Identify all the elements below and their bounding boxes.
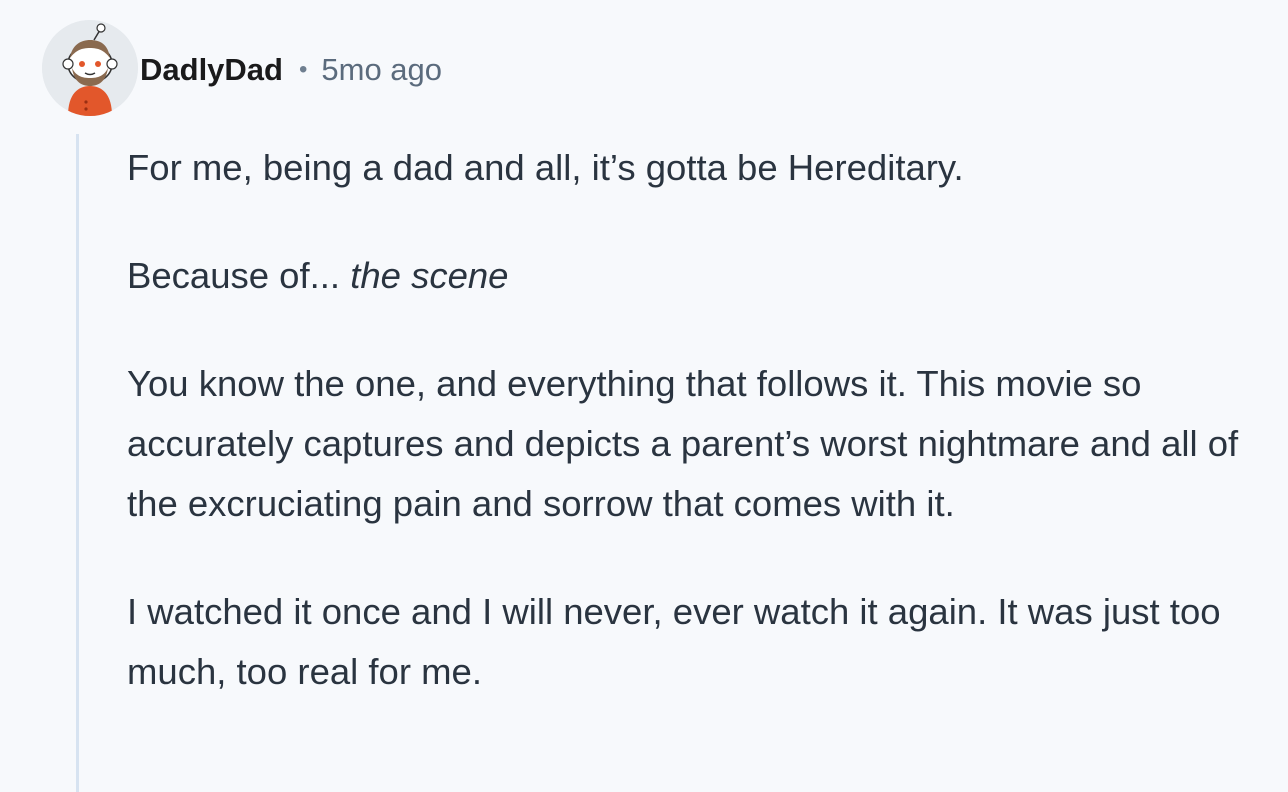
meta-separator: • <box>298 56 308 83</box>
thread-collapse-line[interactable] <box>76 134 79 792</box>
comment-paragraph: For me, being a dad and all, it’s gotta … <box>127 147 964 188</box>
comment-meta: DadlyDad • 5mo ago <box>140 46 442 94</box>
author-name[interactable]: DadlyDad <box>140 52 283 88</box>
snoo-avatar-icon <box>42 20 138 116</box>
comment: DadlyDad • 5mo ago For me, being a dad a… <box>0 0 1288 792</box>
comment-body: For me, being a dad and all, it’s gotta … <box>127 138 1277 750</box>
comment-paragraph: You know the one, and everything that fo… <box>127 363 1239 524</box>
comment-timestamp[interactable]: 5mo ago <box>321 52 442 88</box>
author-avatar[interactable] <box>42 20 138 116</box>
comment-paragraph: I watched it once and I will never, ever… <box>127 591 1221 692</box>
italic-text: the scene <box>350 255 509 296</box>
paragraph-text: Because of... <box>127 255 351 296</box>
comment-paragraph: Because of... the scene <box>127 246 1277 306</box>
